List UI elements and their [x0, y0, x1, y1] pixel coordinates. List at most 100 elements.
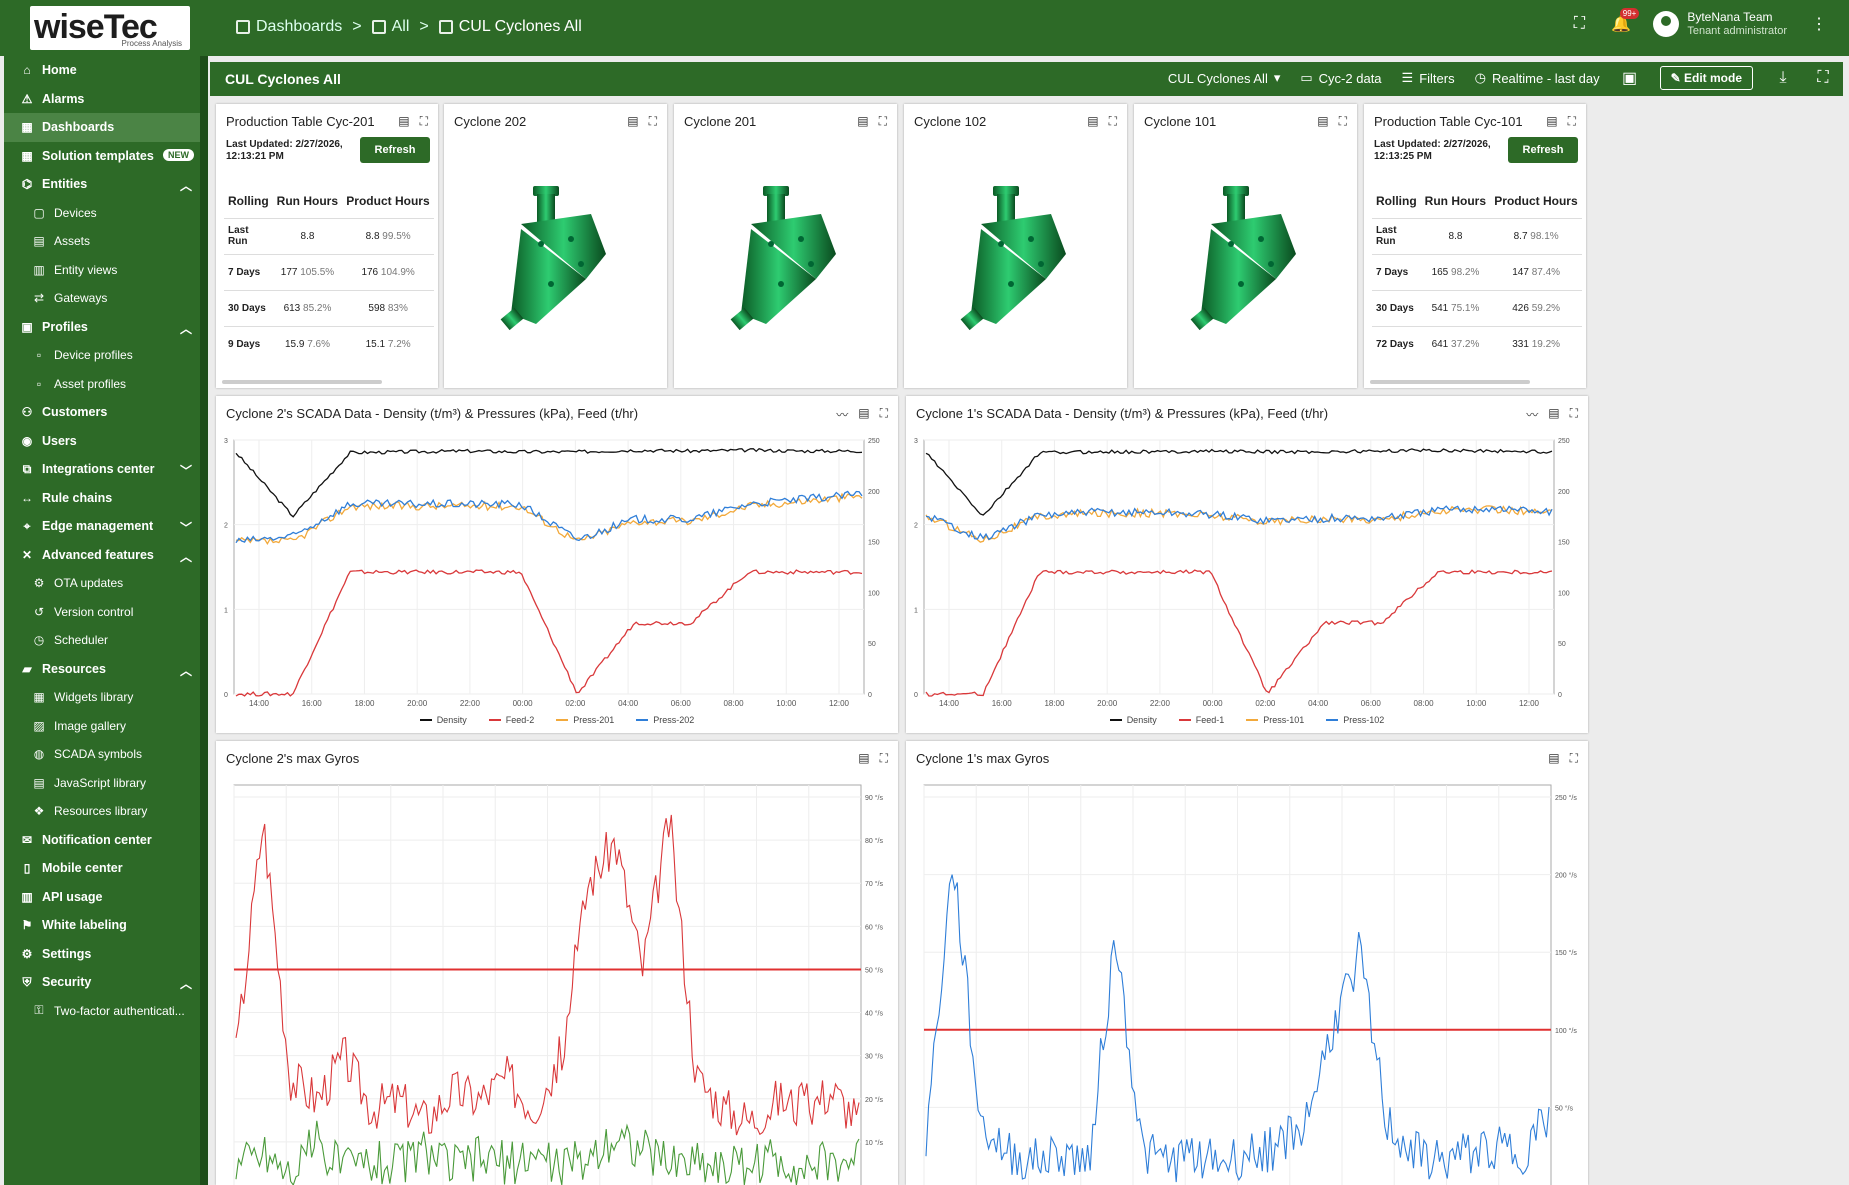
export-icon[interactable]: ▤	[398, 114, 409, 129]
chevron-up-icon[interactable]: ︿	[180, 548, 192, 565]
bolt	[1027, 236, 1034, 242]
fullscreen-icon[interactable]: ⛶	[420, 114, 428, 129]
settings-icon: ⚙	[21, 946, 33, 961]
chevron-down-icon[interactable]: ﹀	[180, 462, 192, 479]
bolt	[1237, 281, 1244, 287]
y-tick-label-right: 100	[1558, 590, 1570, 597]
horizontal-scrollbar[interactable]	[222, 380, 382, 384]
export-icon[interactable]: ▤	[1317, 114, 1328, 129]
sidebar-item-api-usage[interactable]: ▥ API usage	[4, 883, 208, 912]
legend-label: Density	[436, 715, 467, 725]
export-icon[interactable]: ▤	[1087, 114, 1098, 129]
x-tick-label: 14:00	[249, 699, 270, 708]
sidebar-item-dashboards[interactable]: ▦ Dashboards	[4, 113, 208, 142]
sidebar-item-security[interactable]: ⛨ Security ︿	[4, 968, 208, 997]
legend-item[interactable]: Press-102	[1326, 715, 1384, 725]
horizontal-scrollbar[interactable]	[1370, 380, 1530, 384]
chevron-up-icon[interactable]: ︿	[180, 177, 192, 194]
bolt	[1227, 241, 1234, 247]
refresh-button[interactable]: Refresh	[360, 137, 430, 163]
chevron-up-icon[interactable]: ︿	[180, 662, 192, 679]
sidebar-item-profiles[interactable]: ▣ Profiles ︿	[4, 313, 208, 342]
sidebar-item-solution-templates[interactable]: ▦ Solution templates NEW	[4, 142, 208, 171]
chevron-up-icon[interactable]: ︿	[180, 975, 192, 992]
image-export-icon[interactable]: ▣	[1620, 68, 1640, 88]
sidebar-item-entities[interactable]: ⌬ Entities ︿	[4, 170, 208, 199]
sidebar-item-customers[interactable]: ⚇ Customers	[4, 398, 208, 427]
sidebar-item-white-labeling[interactable]: ⚑ White labeling	[4, 911, 208, 940]
sidebar-item-asset-profiles[interactable]: ▫ Asset profiles	[4, 370, 208, 399]
sidebar-item-scheduler[interactable]: ◷ Scheduler	[4, 626, 208, 655]
sidebar-item-advanced-features[interactable]: ✕ Advanced features ︿	[4, 541, 208, 570]
fullscreen-icon[interactable]: ⛶	[649, 114, 657, 129]
export-icon[interactable]: ▤	[627, 114, 638, 129]
timewindow-label: Realtime - last day	[1491, 70, 1600, 86]
sidebar-item-users[interactable]: ◉ Users	[4, 427, 208, 456]
more-vert-icon[interactable]: ⋮	[1809, 14, 1829, 34]
x-tick-label: 04:00	[618, 699, 639, 708]
sidebar-item-label: Scheduler	[54, 633, 109, 648]
x-tick-label: 20:00	[407, 699, 428, 708]
legend-item[interactable]: Press-202	[636, 715, 694, 725]
fullscreen-icon[interactable]: ⛶	[1339, 114, 1347, 129]
legend-item[interactable]: Feed-1	[1178, 715, 1224, 725]
fullscreen-icon[interactable]: ⛶	[879, 114, 887, 129]
sidebar-item-home[interactable]: ⌂ Home	[4, 56, 208, 85]
sidebar-item-mobile-center[interactable]: ▯ Mobile center	[4, 854, 208, 883]
breadcrumb-dashboards[interactable]: Dashboards	[236, 18, 342, 36]
fullscreen-icon[interactable]: ⛶	[1109, 114, 1117, 129]
chevron-up-icon[interactable]: ︿	[180, 320, 192, 337]
filters-button[interactable]: ☰ Filters	[1402, 70, 1455, 86]
bolt	[537, 241, 544, 247]
row-label: 72 Days	[1376, 338, 1414, 350]
download-icon[interactable]: ⤓	[1773, 68, 1793, 88]
x-tick-label: 00:00	[513, 699, 534, 708]
legend-item[interactable]: Press-201	[556, 715, 614, 725]
sidebar-item-device-profiles[interactable]: ▫ Device profiles	[4, 341, 208, 370]
fullscreen-icon[interactable]: ⛶	[1813, 68, 1833, 88]
legend-item[interactable]: Press-101	[1246, 715, 1304, 725]
entity-alias-button[interactable]: ▭ Cyc-2 data	[1300, 70, 1381, 86]
timewindow-button[interactable]: ◷ Realtime - last day	[1475, 70, 1600, 86]
legend-item[interactable]: Density	[419, 715, 467, 725]
sidebar-item-notification-center[interactable]: ✉ Notification center	[4, 826, 208, 855]
sidebar-item-rule-chains[interactable]: ↔ Rule chains	[4, 484, 208, 513]
sidebar-item-devices[interactable]: ▢ Devices	[4, 199, 208, 228]
export-icon[interactable]: ▤	[857, 114, 868, 129]
sidebar-item-two-factor-authenticati[interactable]: ⚿ Two-factor authenticati...	[4, 997, 208, 1026]
sidebar-item-alarms[interactable]: ⚠ Alarms	[4, 85, 208, 114]
sidebar-item-widgets-library[interactable]: ▦ Widgets library	[4, 683, 208, 712]
export-icon[interactable]: ▤	[1546, 114, 1557, 129]
legend-item[interactable]: Density	[1109, 715, 1157, 725]
product-pct: 7.2%	[387, 338, 411, 350]
edit-mode-button[interactable]: ✎ Edit mode	[1659, 66, 1753, 90]
sidebar-item-javascript-library[interactable]: ▤ JavaScript library	[4, 769, 208, 798]
sidebar-item-assets[interactable]: ▤ Assets	[4, 227, 208, 256]
sidebar-item-ota-updates[interactable]: ⚙ OTA updates	[4, 569, 208, 598]
breadcrumb-all[interactable]: All	[371, 18, 409, 36]
sidebar-item-settings[interactable]: ⚙ Settings	[4, 940, 208, 969]
sidebar-item-version-control[interactable]: ↺ Version control	[4, 598, 208, 627]
sidebar-item-label: Gateways	[54, 291, 108, 306]
sidebar-item-entity-views[interactable]: ▥ Entity views	[4, 256, 208, 285]
logo[interactable]: wiseTec Process Analysis	[30, 6, 190, 50]
fullscreen-icon[interactable]: ⛶	[1569, 14, 1589, 34]
sidebar-item-gateways[interactable]: ⇄ Gateways	[4, 284, 208, 313]
sidebar-item-resources[interactable]: ▰ Resources ︿	[4, 655, 208, 684]
user-menu[interactable]: ByteNana Team Tenant administrator	[1653, 10, 1787, 37]
sidebar-item-resources-library[interactable]: ❖ Resources library	[4, 797, 208, 826]
sidebar-item-image-gallery[interactable]: ▨ Image gallery	[4, 712, 208, 741]
refresh-button[interactable]: Refresh	[1508, 137, 1578, 163]
fullscreen-icon[interactable]: ⛶	[1568, 114, 1576, 129]
legend-item[interactable]: Feed-2	[488, 715, 534, 725]
table-row: 7 Days 177 105.5% 176 104.9%	[224, 253, 434, 290]
chevron-down-icon[interactable]: ﹀	[180, 519, 192, 536]
state-select[interactable]: CUL Cyclones All ▾	[1168, 70, 1280, 86]
bolt	[547, 281, 554, 287]
avatar	[1653, 10, 1680, 37]
y-tick-label-right: 30 °/s	[865, 1053, 883, 1061]
notifications-icon[interactable]: 🔔 99+	[1611, 7, 1640, 34]
sidebar-item-scada-symbols[interactable]: ◍ SCADA symbols	[4, 740, 208, 769]
sidebar-item-integrations-center[interactable]: ⧉ Integrations center ﹀	[4, 455, 208, 484]
sidebar-item-edge-management[interactable]: ⌖ Edge management ﹀	[4, 512, 208, 541]
